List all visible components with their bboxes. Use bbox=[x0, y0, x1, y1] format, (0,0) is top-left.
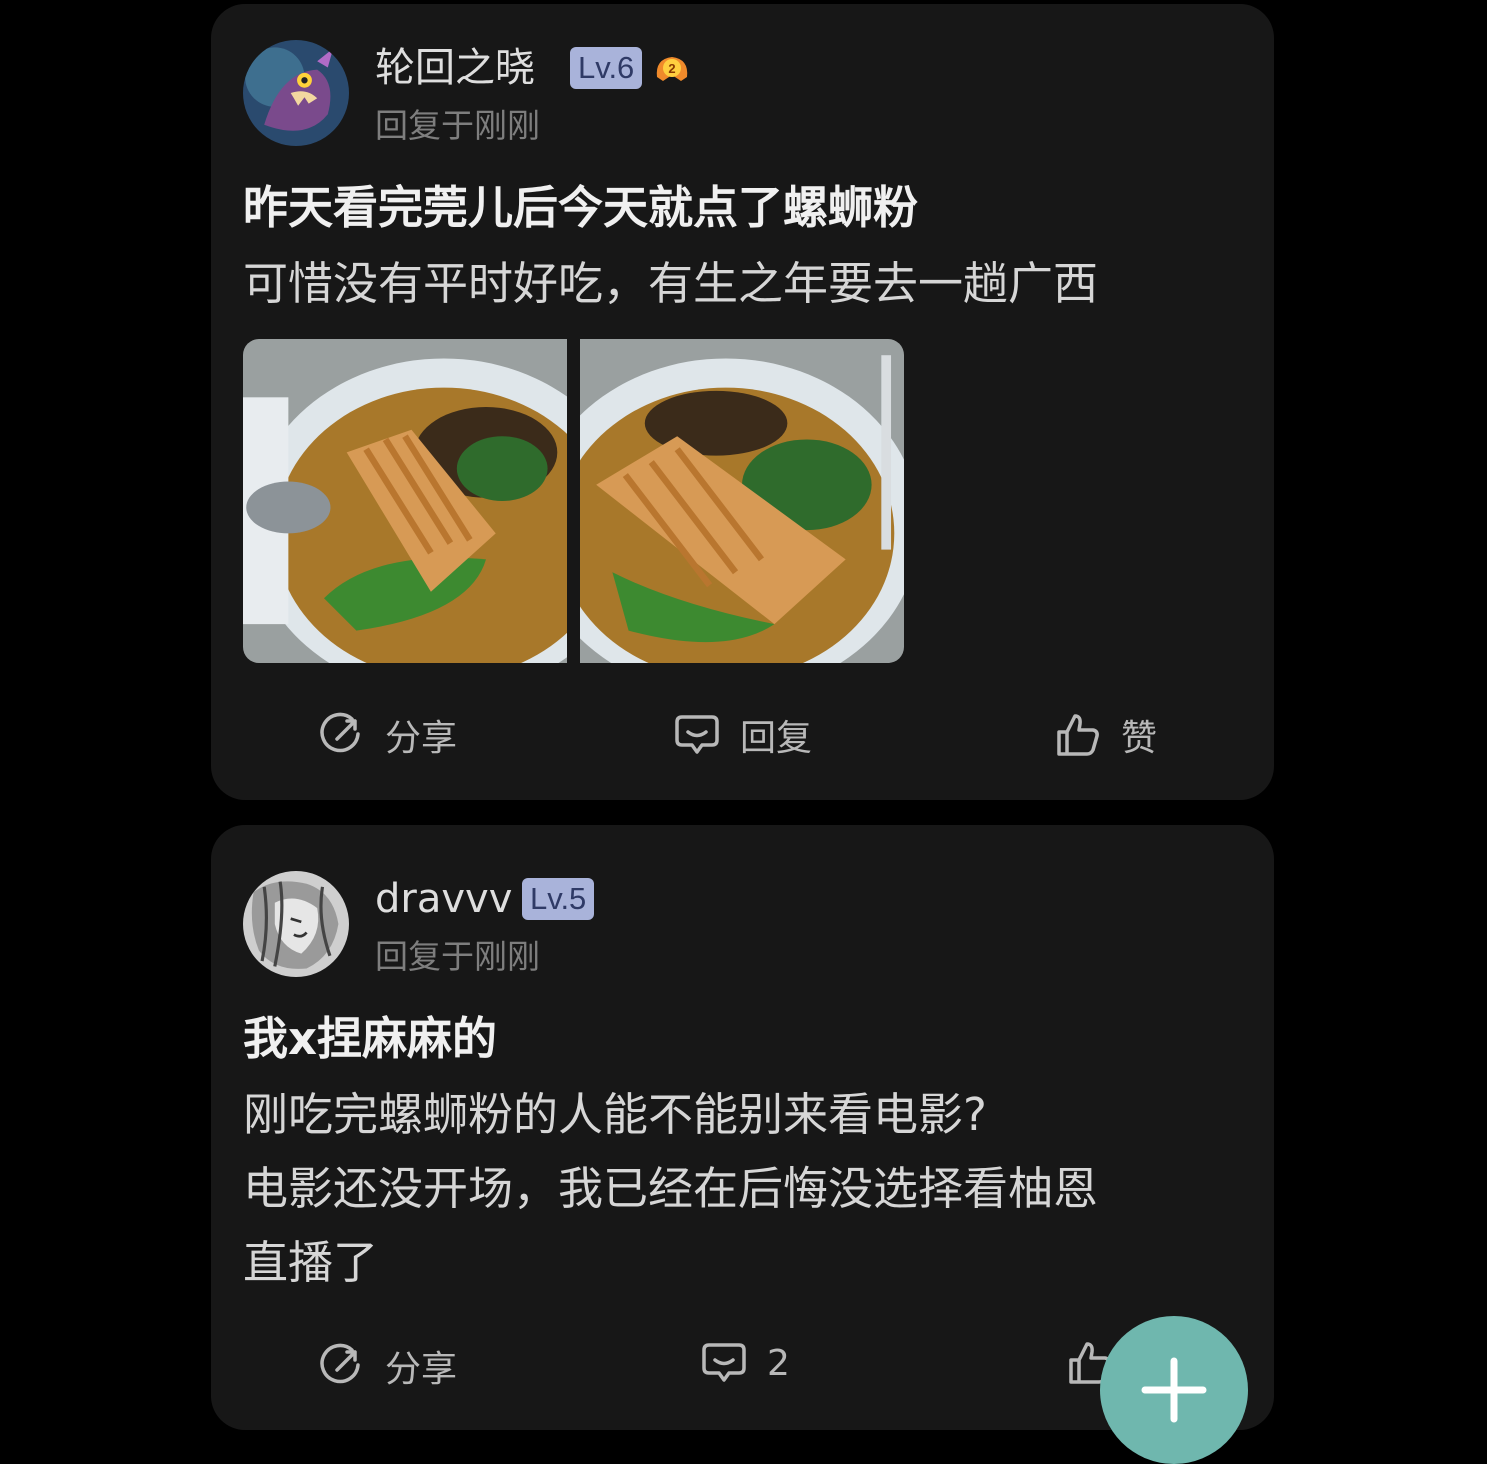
avatar[interactable] bbox=[243, 871, 349, 977]
share-icon bbox=[320, 1343, 360, 1384]
post-body-line: 电影还没开场，我已经在后悔没选择看柚恩 bbox=[243, 1162, 1099, 1215]
reply-button[interactable]: 2 bbox=[701, 1340, 790, 1386]
post-image[interactable] bbox=[580, 339, 904, 663]
post-body-line: 直播了 bbox=[243, 1236, 379, 1289]
reply-label: 回复 bbox=[740, 718, 813, 759]
post-body-line: 可惜没有平时好吃，有生之年要去一趟广西 bbox=[243, 257, 1099, 310]
comment-icon bbox=[702, 1343, 746, 1382]
post-body: 刚吃完螺蛳粉的人能不能别来看电影? 电影还没开场，我已经在后悔没选择看柚恩 直播… bbox=[243, 1078, 1243, 1300]
post-card[interactable]: 轮回之晓 Lv.6 2 回复于刚刚 昨天看完莞儿后今天就点了螺蛳粉 可惜没有平时… bbox=[211, 4, 1274, 800]
username[interactable]: 轮回之晓 bbox=[375, 44, 535, 92]
post-body-line: 刚吃完螺蛳粉的人能不能别来看电影? bbox=[243, 1088, 987, 1141]
reply-time: 回复于刚刚 bbox=[375, 106, 540, 145]
compose-fab-button[interactable] bbox=[1100, 1316, 1248, 1464]
level-badge: Lv.5 bbox=[522, 878, 595, 920]
medal-icon: 2 bbox=[651, 47, 693, 89]
plus-icon bbox=[1141, 1357, 1207, 1423]
post-image[interactable] bbox=[243, 339, 567, 663]
post-body: 可惜没有平时好吃，有生之年要去一趟广西 bbox=[243, 247, 1243, 321]
like-label: 赞 bbox=[1121, 718, 1158, 759]
post-card[interactable]: dravvv Lv.5 回复于刚刚 我x捏麻麻的 刚吃完螺蛳粉的人能不能别来看电… bbox=[211, 825, 1274, 1430]
share-button[interactable]: 分享 bbox=[319, 709, 457, 761]
reply-count: 2 bbox=[767, 1342, 790, 1384]
username[interactable]: dravvv bbox=[375, 875, 512, 923]
reply-time: 回复于刚刚 bbox=[375, 937, 540, 976]
post-title: 我x捏麻麻的 bbox=[243, 1012, 498, 1065]
avatar[interactable] bbox=[243, 40, 349, 146]
post-title: 昨天看完莞儿后今天就点了螺蛳粉 bbox=[243, 181, 919, 234]
like-button[interactable]: 赞 bbox=[1055, 709, 1157, 761]
comment-icon bbox=[675, 715, 719, 754]
thumbs-up-icon bbox=[1057, 714, 1099, 756]
share-icon bbox=[320, 712, 360, 753]
share-button[interactable]: 分享 bbox=[319, 1340, 457, 1392]
reply-button[interactable]: 回复 bbox=[674, 709, 812, 761]
share-label: 分享 bbox=[385, 1349, 458, 1390]
svg-text:2: 2 bbox=[668, 61, 675, 76]
share-label: 分享 bbox=[385, 718, 458, 759]
level-badge: Lv.6 bbox=[570, 47, 643, 89]
